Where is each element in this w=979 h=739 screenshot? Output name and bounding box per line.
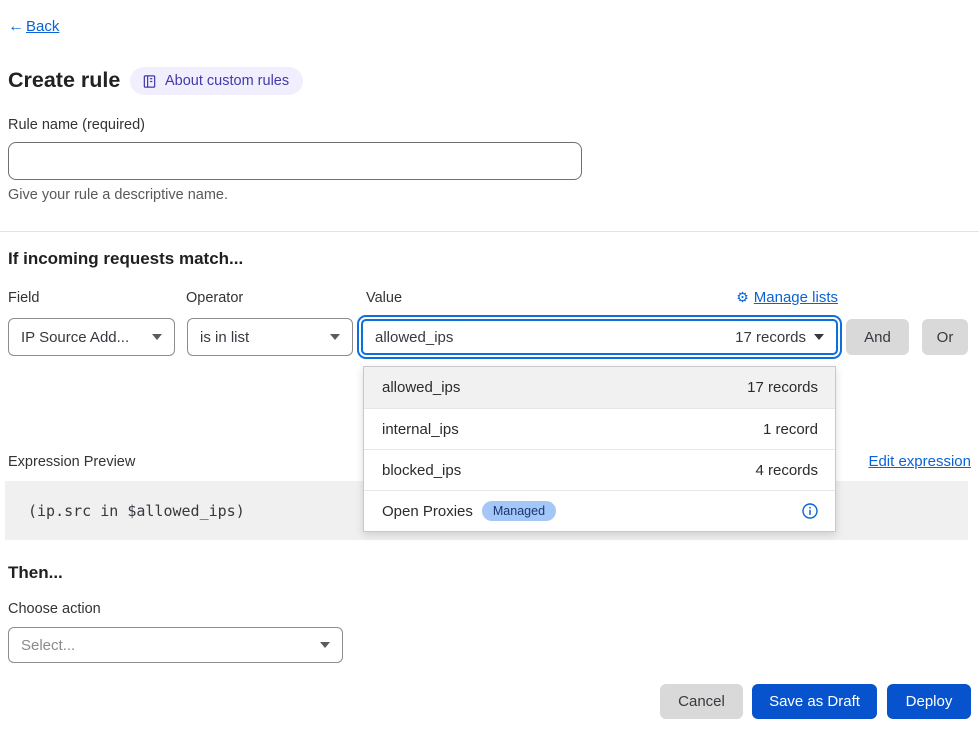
page-title: Create rule [8, 68, 120, 93]
choose-action-label: Choose action [8, 601, 101, 617]
book-icon [142, 74, 157, 89]
expression-preview-label: Expression Preview [8, 454, 135, 470]
about-custom-rules-label: About custom rules [165, 73, 289, 89]
chevron-down-icon [152, 334, 162, 340]
save-as-draft-button[interactable]: Save as Draft [752, 684, 877, 719]
list-item-count: 17 records [747, 379, 818, 396]
field-select-value: IP Source Add... [21, 329, 129, 346]
list-item-name: internal_ips [382, 421, 459, 438]
value-select-selected: allowed_ips [375, 329, 453, 346]
manage-lists-link[interactable]: ⚙ Manage lists [736, 289, 838, 306]
manage-lists-label[interactable]: Manage lists [754, 289, 838, 306]
operator-label: Operator [186, 290, 243, 306]
back-link[interactable]: ←Back [8, 18, 59, 36]
cancel-button[interactable]: Cancel [660, 684, 743, 719]
action-select-placeholder: Select... [21, 637, 75, 654]
list-item-name: blocked_ips [382, 462, 461, 479]
rule-name-input[interactable] [8, 142, 582, 180]
list-item-blocked-ips[interactable]: blocked_ips 4 records [364, 449, 835, 490]
list-item-open-proxies[interactable]: Open Proxies Managed [364, 490, 835, 531]
back-link-label[interactable]: Back [26, 18, 59, 35]
and-button[interactable]: And [846, 319, 909, 355]
field-label: Field [8, 290, 39, 306]
back-arrow-icon: ← [8, 18, 24, 35]
about-custom-rules-badge[interactable]: About custom rules [130, 67, 303, 95]
chevron-down-icon [814, 334, 824, 340]
list-item-name: allowed_ips [382, 379, 460, 396]
expression-code: (ip.src in $allowed_ips) [5, 502, 245, 520]
or-button[interactable]: Or [922, 319, 968, 355]
list-item-name: Open Proxies [382, 503, 473, 520]
gear-icon: ⚙ [736, 289, 749, 306]
chevron-down-icon [320, 642, 330, 648]
field-select[interactable]: IP Source Add... [8, 318, 175, 356]
create-rule-page: ←Back Create rule About custom rules Rul… [0, 0, 979, 739]
operator-select[interactable]: is in list [187, 318, 353, 356]
list-item-count: 1 record [763, 421, 818, 438]
section-divider [0, 231, 979, 232]
deploy-button[interactable]: Deploy [887, 684, 971, 719]
rule-name-label: Rule name (required) [8, 117, 145, 133]
info-icon[interactable] [802, 503, 818, 519]
edit-expression-link[interactable]: Edit expression [868, 453, 971, 470]
value-select[interactable]: allowed_ips 17 records [357, 315, 842, 359]
then-section-heading: Then... [8, 563, 63, 583]
action-select[interactable]: Select... [8, 627, 343, 663]
match-section-heading: If incoming requests match... [8, 249, 243, 269]
operator-select-value: is in list [200, 329, 249, 346]
value-select-records: 17 records [735, 329, 806, 346]
list-item-internal-ips[interactable]: internal_ips 1 record [364, 408, 835, 449]
value-dropdown-menu: allowed_ips 17 records internal_ips 1 re… [363, 366, 836, 532]
list-item-count: 4 records [755, 462, 818, 479]
managed-badge: Managed [482, 501, 556, 521]
value-label: Value [366, 290, 402, 306]
list-item-allowed-ips[interactable]: allowed_ips 17 records [364, 367, 835, 408]
chevron-down-icon [330, 334, 340, 340]
rule-name-helper: Give your rule a descriptive name. [8, 187, 228, 203]
